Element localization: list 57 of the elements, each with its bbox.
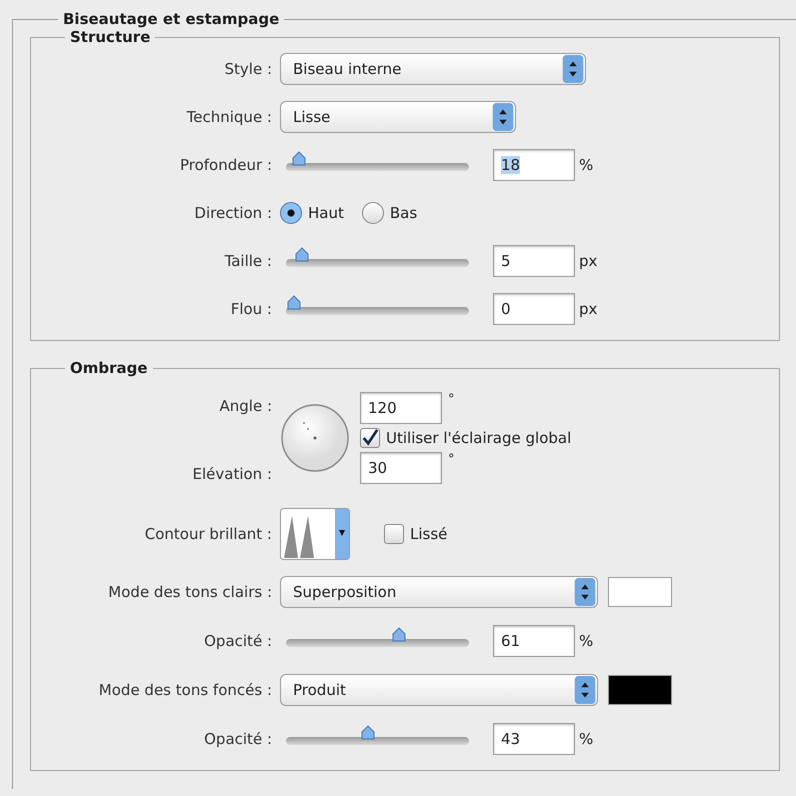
- dropdown[interactable]: Produit: [280, 674, 598, 706]
- checkbox-option[interactable]: Utiliser l'éclairage global: [360, 428, 572, 448]
- checkbox-option[interactable]: Lissé: [384, 524, 448, 544]
- stepper-icon: [574, 578, 596, 606]
- dropdown[interactable]: Superposition: [280, 576, 598, 608]
- unit-label: °: [448, 452, 454, 467]
- input-field[interactable]: 18: [493, 149, 575, 181]
- slider[interactable]: [286, 627, 469, 647]
- input-field[interactable]: 0: [493, 293, 575, 325]
- slider-thumb[interactable]: [390, 627, 407, 643]
- color-swatch[interactable]: [608, 577, 672, 607]
- field-label: Mode des tons foncés :: [98, 681, 272, 699]
- stepper-icon: [492, 103, 514, 131]
- slider[interactable]: [286, 295, 469, 315]
- field-label: Opacité :: [203, 632, 272, 650]
- dropdown[interactable]: Lisse: [280, 101, 516, 133]
- field-label: Direction :: [193, 204, 272, 222]
- unit-label: px: [579, 300, 598, 318]
- field-label: Contour brillant :: [144, 525, 272, 543]
- slider[interactable]: [286, 151, 469, 171]
- field-label: Taille :: [224, 252, 272, 270]
- angle-dial[interactable]: [280, 403, 350, 473]
- field-label: Opacité :: [203, 730, 272, 748]
- unit-label: px: [579, 252, 598, 270]
- field-label: Flou :: [230, 300, 272, 318]
- radio-option[interactable]: Bas: [362, 202, 418, 224]
- unit-label: °: [448, 392, 454, 407]
- unit-label: %: [579, 730, 594, 748]
- radio-option[interactable]: Haut: [280, 202, 344, 224]
- section-title: Structure: [69, 28, 152, 46]
- field-label: Angle :: [218, 397, 272, 415]
- input-field[interactable]: 43: [493, 723, 575, 755]
- color-swatch[interactable]: [608, 675, 672, 705]
- field-label: Technique :: [186, 108, 272, 126]
- input-field[interactable]: 30: [360, 452, 442, 484]
- field-label: Profondeur :: [178, 156, 272, 174]
- slider-thumb[interactable]: [291, 151, 308, 167]
- unit-label: %: [579, 156, 594, 174]
- slider-thumb[interactable]: [360, 725, 376, 741]
- slider-thumb[interactable]: [294, 247, 310, 263]
- check-icon: [361, 429, 379, 447]
- panel-title: Biseautage et estampage: [62, 10, 280, 28]
- unit-label: %: [579, 632, 594, 650]
- field-label: Elévation :: [192, 465, 272, 483]
- slider[interactable]: [286, 247, 469, 267]
- input-field[interactable]: 5: [493, 245, 575, 277]
- stepper-icon: [574, 676, 596, 704]
- section-title: Ombrage: [69, 359, 149, 377]
- field-label: Style :: [224, 60, 272, 78]
- stepper-icon: [562, 55, 584, 83]
- slider[interactable]: [286, 725, 469, 745]
- input-field[interactable]: 61: [493, 625, 575, 657]
- slider-thumb[interactable]: [286, 295, 302, 311]
- input-field[interactable]: 120: [360, 392, 442, 424]
- field-label: Mode des tons clairs :: [107, 583, 272, 601]
- contour-picker[interactable]: [280, 508, 350, 560]
- dropdown[interactable]: Biseau interne: [280, 53, 586, 85]
